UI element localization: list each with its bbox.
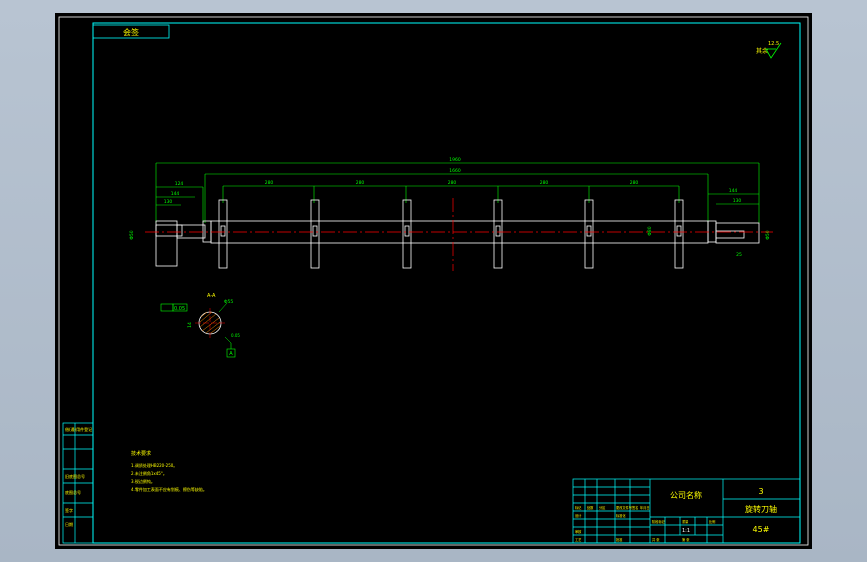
section-flag: A (229, 351, 233, 357)
inner-frame (92, 22, 801, 544)
tech-line-1: 1.调质处理HB220-250。 (131, 462, 177, 468)
quantity: 3 (758, 487, 763, 496)
dim-spacing-5: 280 (630, 180, 639, 186)
tb-label-4: 更改文件号 (616, 505, 632, 510)
tb-label-15: 共 张 (652, 537, 660, 542)
dim-overall: 1960 (449, 157, 461, 163)
centerlines (145, 198, 773, 271)
left-table-cell-1: 借(通)用件登记 (65, 426, 92, 432)
roughness-value: 12.5 (768, 41, 779, 47)
dim-left-inner: 130 (164, 199, 173, 205)
tech-line-2: 2.未注倒角1x45°。 (131, 470, 167, 476)
dim-spacing-3: 280 (448, 180, 457, 186)
left-table-cell-2: 旧底图总号 (65, 473, 85, 479)
tb-label-10: 重量 (682, 519, 689, 524)
dim-left-outer: 124 (175, 181, 184, 187)
tech-line-4: 4.零件加工表面不应有划痕、擦伤等缺陷。 (131, 486, 207, 492)
left-table-cell-5: 日期 (65, 521, 73, 527)
roughness-label: 其余 (756, 47, 768, 55)
company-name: 公司名称 (670, 490, 702, 500)
dim-right-inner: 130 (733, 198, 742, 204)
countersign-label: 会签 (123, 27, 139, 37)
material: 45# (753, 525, 770, 534)
part-name: 旋转刀轴 (745, 504, 777, 514)
section-title: A-A (207, 293, 216, 299)
tb-label-6: 年月日 (640, 505, 650, 510)
dim-between-ends: 1660 (449, 168, 461, 174)
shaft-body (155, 220, 760, 267)
left-table-cell-3: 底图总号 (65, 489, 81, 495)
tech-line-3: 3.锐边倒钝。 (131, 478, 155, 484)
tb-label-3: 分区 (599, 505, 606, 510)
dim-spacing-2: 280 (356, 180, 365, 186)
dim-right-outer: 144 (729, 188, 738, 194)
dim-right-small: 25 (736, 252, 742, 258)
scale: 1:1 (682, 528, 690, 534)
dim-dia-right: Φ50 (765, 230, 771, 239)
left-table-cell-4: 签字 (65, 507, 73, 513)
tb-label-5: 签名 (632, 505, 638, 510)
tb-label-1: 标记 (575, 505, 582, 510)
tech-title: 技术要求 (131, 450, 151, 457)
dim-left-mid: 144 (171, 191, 180, 197)
section-view: A-A 0.05 14 Φ55 0.05 A (160, 293, 240, 358)
cad-drawing: 会签 其余 12.5 1960 1660 124 144 130 144 130… (58, 16, 809, 546)
dim-spacing-4: 280 (540, 180, 549, 186)
tb-label-13: 工艺 (575, 537, 581, 542)
tb-label-2: 处数 (587, 505, 594, 510)
tb-label-14: 批准 (616, 537, 623, 542)
tech-requirements: 技术要求 1.调质处理HB220-250。 2.未注倒角1x45°。 3.锐边倒… (131, 450, 207, 492)
dim-spacing-1: 280 (265, 180, 274, 186)
section-dim-a: 14 (187, 322, 193, 328)
drawing-canvas[interactable]: 会签 其余 12.5 1960 1660 124 144 130 144 130… (55, 13, 812, 549)
dim-dia-body: Φ80 (647, 226, 653, 235)
dim-dia-left: Φ50 (129, 230, 135, 239)
tb-label-16: 第 张 (682, 537, 690, 542)
title-block: 公司名称 3 旋转刀轴 45# 1:1 标记 处数 分区 更改文件号 签名 年月… (572, 478, 801, 544)
tb-label-12: 审核 (575, 529, 582, 534)
blade-group (218, 199, 684, 269)
svg-text:0.05: 0.05 (231, 333, 240, 338)
section-dim-b: Φ55 (224, 299, 233, 305)
tb-label-8: 标准化 (616, 513, 626, 518)
tb-label-9: 阶段标记 (652, 519, 666, 524)
section-tolerance: 0.05 (174, 306, 185, 312)
roughness-symbol: 其余 12.5 (756, 41, 782, 59)
tb-label-7: 设计 (575, 513, 582, 518)
tb-label-11: 比例 (709, 519, 715, 524)
left-margin-table: 借(通)用件登记 旧底图总号 底图总号 签字 日期 (62, 422, 94, 544)
